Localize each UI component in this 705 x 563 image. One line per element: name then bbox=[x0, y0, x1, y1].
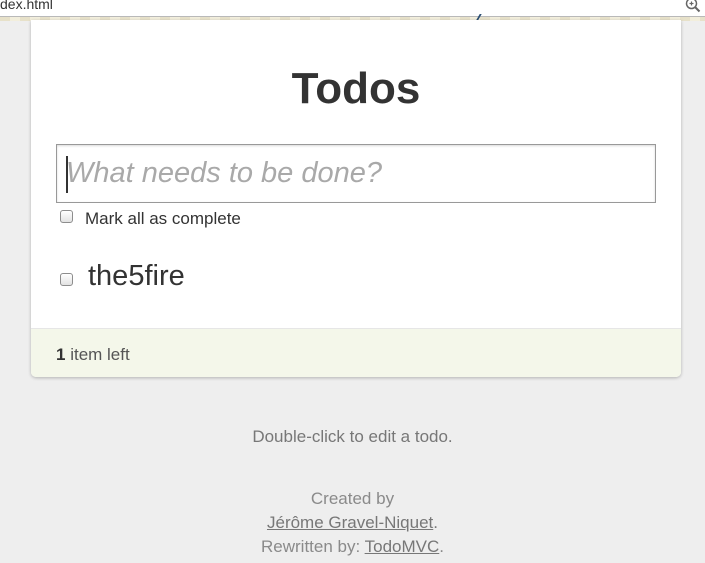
rewritten-suffix: . bbox=[439, 537, 444, 556]
todo-count: 1 item left bbox=[56, 345, 130, 365]
url-text[interactable]: dex.html bbox=[0, 0, 53, 12]
author-suffix: . bbox=[433, 513, 438, 532]
rewritten-label: Rewritten by: bbox=[261, 537, 365, 556]
browser-address-bar[interactable]: dex.html bbox=[0, 0, 705, 17]
todo-count-suffix: item left bbox=[65, 345, 130, 364]
zoom-icon[interactable] bbox=[685, 0, 701, 13]
todo-footer: 1 item left bbox=[31, 328, 681, 377]
todo-app: Todos Mark all as complete the5fire 1 it… bbox=[31, 20, 681, 377]
page-title: Todos bbox=[291, 64, 421, 113]
mark-all-label[interactable]: Mark all as complete bbox=[85, 209, 241, 229]
new-todo-input[interactable] bbox=[57, 145, 655, 202]
created-by-label: Created by bbox=[310, 489, 395, 508]
rewritten-credit: Rewritten by: TodoMVC. bbox=[0, 537, 705, 557]
edit-hint: Double-click to edit a todo. bbox=[252, 427, 453, 446]
todo-text[interactable]: the5fire bbox=[88, 260, 185, 293]
text-caret bbox=[66, 156, 68, 193]
mark-all-checkbox[interactable] bbox=[60, 210, 73, 223]
author-credit: Jérôme Gravel-Niquet. bbox=[0, 513, 705, 533]
todomvc-link[interactable]: TodoMVC bbox=[365, 537, 440, 556]
todo-checkbox[interactable] bbox=[60, 273, 73, 286]
new-todo-field[interactable] bbox=[56, 144, 656, 203]
author-link[interactable]: Jérôme Gravel-Niquet bbox=[267, 513, 433, 532]
